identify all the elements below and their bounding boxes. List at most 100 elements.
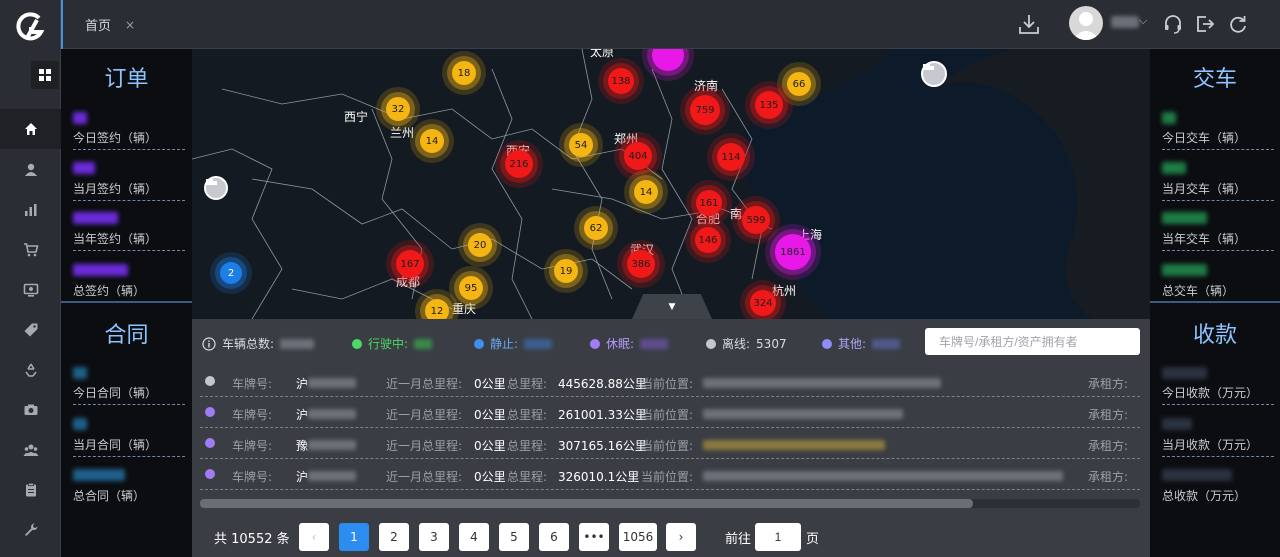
map-cluster-marker[interactable]: 135: [755, 91, 783, 119]
map-cluster-marker[interactable]: 66: [787, 72, 811, 96]
map-cluster-marker[interactable]: 386: [627, 250, 655, 278]
prev-page-button[interactable]: ‹: [299, 523, 329, 551]
stat-value-redacted: [1162, 112, 1176, 124]
location-label: 当前位置:: [641, 377, 694, 391]
nav-recycle[interactable]: [0, 350, 61, 390]
page-button[interactable]: 1: [339, 523, 369, 551]
nav-settings[interactable]: [0, 510, 61, 550]
stat-value-redacted: [73, 367, 87, 379]
page-button[interactable]: 1056: [619, 523, 657, 551]
province-border: [491, 68, 533, 319]
page-button[interactable]: 5: [499, 523, 529, 551]
driving-label: 行驶中:: [368, 337, 409, 351]
download-button[interactable]: [1017, 12, 1041, 36]
nav-tags[interactable]: [0, 310, 61, 350]
map-panel-toggle[interactable]: ▼: [632, 294, 712, 319]
status-driving[interactable]: 行驶中:: [352, 335, 433, 352]
avatar-person-icon: [1072, 12, 1100, 40]
more-pages-button[interactable]: •••: [579, 523, 609, 551]
nav-monitor[interactable]: [0, 270, 61, 310]
truck-icon: [206, 179, 217, 185]
map-cluster-marker[interactable]: 146: [695, 227, 721, 253]
map-cluster-marker[interactable]: 32: [386, 97, 410, 121]
left-stats-panel: 订单 今日签约（辆） 当月签约（辆） 当年签约（辆） 总签约（辆） 合同 今日合…: [61, 49, 192, 557]
table-row[interactable]: 车牌号: 沪 近一月总里程: 0公里 总里程: 326010.1公里 当前位置:…: [200, 460, 1140, 490]
tab-home[interactable]: 首页 ×: [61, 0, 151, 49]
map-vehicle-marker[interactable]: [204, 176, 228, 200]
page-button[interactable]: 2: [379, 523, 409, 551]
stat-value-redacted: [73, 264, 128, 276]
map-cluster-marker[interactable]: 599: [742, 206, 770, 234]
map-cluster-marker[interactable]: 2: [220, 262, 242, 284]
refresh-button[interactable]: [1226, 12, 1250, 36]
page-button[interactable]: 4: [459, 523, 489, 551]
city-label: 西宁: [344, 110, 369, 124]
chevron-down-icon[interactable]: ⌵: [1139, 14, 1147, 28]
map-cluster-marker[interactable]: 14: [634, 180, 658, 204]
map-cluster-marker[interactable]: 62: [584, 216, 608, 240]
menu-collapse-button[interactable]: [31, 61, 59, 89]
status-other[interactable]: 其他:: [822, 335, 901, 352]
stat-value-redacted: [1162, 469, 1232, 481]
bar-chart-icon: [24, 204, 36, 216]
map-cluster-marker[interactable]: 404: [624, 142, 652, 170]
vehicle-map[interactable]: 太原 济南 西宁 兰州 郑州 西安 南 上海 合肥 武汉 成都 重庆 杭州 18…: [192, 49, 1150, 319]
map-cluster-marker[interactable]: 161: [696, 190, 722, 216]
status-dot: [205, 376, 215, 386]
status-sleep[interactable]: 休眠:: [590, 335, 669, 352]
nav-stats[interactable]: [0, 190, 61, 230]
map-cluster-marker[interactable]: 14: [420, 129, 444, 153]
map-cluster-marker[interactable]: 1861: [775, 234, 811, 270]
avatar[interactable]: [1069, 6, 1103, 40]
refresh-icon: [1230, 16, 1246, 33]
map-cluster-marker[interactable]: 138: [608, 68, 634, 94]
map-cluster-marker[interactable]: 18: [452, 61, 476, 85]
stat-value-redacted: [1162, 162, 1186, 174]
lessee-label: 承租方:: [1088, 470, 1129, 484]
horizontal-scrollbar[interactable]: [200, 499, 1140, 508]
map-cluster-marker[interactable]: 54: [569, 133, 593, 157]
tab-close-icon[interactable]: ×: [125, 18, 135, 32]
goto-page-input[interactable]: [755, 523, 801, 551]
map-vehicle-marker[interactable]: [921, 61, 947, 87]
support-button[interactable]: [1161, 12, 1185, 36]
map-cluster-marker[interactable]: 20: [468, 233, 492, 257]
page-button[interactable]: 6: [539, 523, 569, 551]
nav-shop[interactable]: [0, 230, 61, 270]
location-label: 当前位置:: [641, 470, 694, 484]
map-cluster-marker[interactable]: 114: [717, 143, 745, 171]
map-cluster-marker[interactable]: 324: [750, 290, 776, 316]
nav-home[interactable]: [0, 109, 61, 149]
recycle-icon: [24, 363, 37, 377]
stat-value-redacted: [73, 112, 87, 124]
nav-user[interactable]: [0, 150, 61, 190]
map-cluster-marker[interactable]: 19: [554, 259, 578, 283]
table-row[interactable]: 车牌号: 沪 近一月总里程: 0公里 总里程: 261001.33公里 当前位置…: [200, 398, 1140, 428]
logout-button[interactable]: [1193, 12, 1217, 36]
status-offline[interactable]: 离线: 5307: [706, 335, 787, 352]
stat-label: 当月交车（辆）: [1162, 180, 1274, 201]
top-bar: 首页 × ⌵: [61, 0, 1280, 49]
other-label: 其他:: [838, 337, 867, 351]
nav-clipboard[interactable]: [0, 470, 61, 510]
next-page-button[interactable]: ›: [666, 523, 696, 551]
scrollbar-thumb[interactable]: [200, 499, 973, 508]
plate-redacted: [308, 378, 356, 388]
map-cluster-marker[interactable]: 759: [690, 95, 720, 125]
map-cluster-marker[interactable]: 12: [425, 299, 449, 319]
map-cluster-marker[interactable]: 95: [459, 276, 483, 300]
nav-camera[interactable]: [0, 390, 61, 430]
vehicle-search-input[interactable]: [925, 328, 1140, 355]
plate-redacted: [308, 471, 356, 481]
stat-label: 总收款（万元）: [1162, 489, 1247, 503]
map-cluster-marker[interactable]: 167: [396, 250, 424, 278]
page-button[interactable]: 3: [419, 523, 449, 551]
table-row[interactable]: 车牌号: 豫 近一月总里程: 0公里 总里程: 307165.16公里 当前位置…: [200, 429, 1140, 459]
status-idle[interactable]: 静止:: [474, 335, 553, 352]
province-border: [192, 148, 283, 319]
clipboard-icon: [25, 482, 36, 497]
table-row[interactable]: 车牌号: 沪 近一月总里程: 0公里 总里程: 445628.88公里 当前位置…: [200, 367, 1140, 397]
map-cluster-marker[interactable]: 216: [505, 150, 533, 178]
plate-label: 车牌号:: [232, 439, 273, 453]
nav-group[interactable]: [0, 430, 61, 470]
